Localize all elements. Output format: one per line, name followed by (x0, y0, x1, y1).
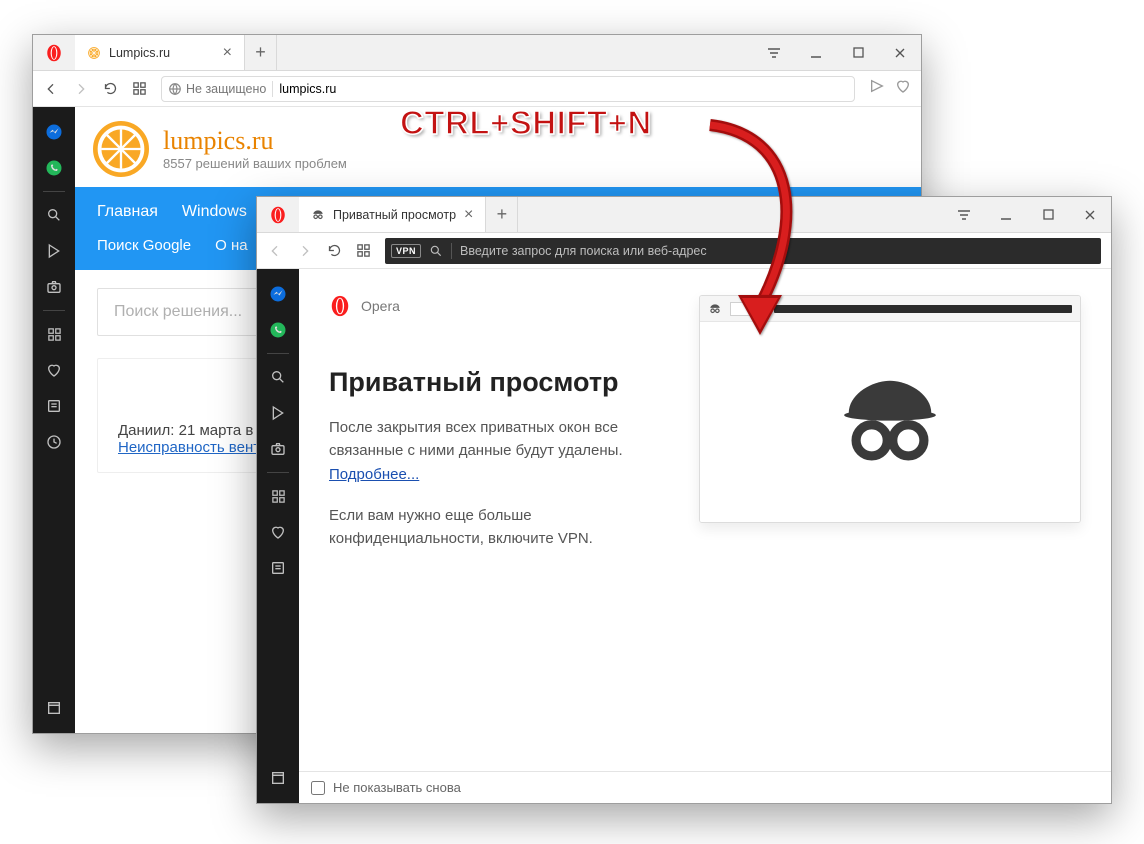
tabstrip: Приватный просмотр × + (257, 197, 1111, 233)
brand-text: Opera (361, 298, 400, 314)
private-body-text-2: Если вам нужно еще больше конфиденциальн… (329, 504, 659, 551)
opera-icon (45, 44, 63, 62)
opera-menu-button[interactable] (257, 197, 299, 232)
site-logo-text: lumpics.ru (163, 127, 347, 156)
globe-icon (168, 82, 182, 96)
sidebar-bookmarks-icon[interactable] (33, 353, 75, 387)
nav-reload-button[interactable] (103, 81, 118, 96)
private-title: Приватный просмотр (329, 367, 659, 398)
nav-back-button[interactable] (267, 243, 283, 259)
url-field[interactable]: Не защищено (161, 76, 855, 102)
sidebar-messenger-icon[interactable] (33, 115, 75, 149)
search-placeholder: Введите запрос для поиска или веб-адрес (460, 244, 707, 258)
window-maximize-button[interactable] (837, 35, 879, 70)
sidebar-news-icon[interactable] (33, 389, 75, 423)
addressbar: Не защищено (33, 71, 921, 107)
sidebar-speed-dial-icon[interactable] (257, 479, 299, 513)
speed-dial-button[interactable] (356, 243, 371, 258)
url-input[interactable] (279, 82, 848, 96)
sidebar-flow-icon[interactable] (257, 396, 299, 430)
private-more-link[interactable]: Подробнее... (329, 466, 419, 483)
sidebar-history-icon[interactable] (33, 425, 75, 459)
search-icon (429, 244, 443, 258)
tab-title: Приватный просмотр (333, 208, 456, 222)
sidebar-messenger-icon[interactable] (257, 277, 299, 311)
sidebar (33, 107, 75, 733)
window-close-button[interactable] (879, 35, 921, 70)
speed-dial-button[interactable] (132, 81, 147, 96)
window-maximize-button[interactable] (1027, 197, 1069, 232)
dont-show-again-checkbox[interactable] (311, 781, 325, 795)
sidebar-snapshot-icon[interactable] (33, 270, 75, 304)
incognito-icon (708, 302, 722, 316)
sidebar-speed-dial-icon[interactable] (33, 317, 75, 351)
sidebar-snapshot-icon[interactable] (257, 432, 299, 466)
window-close-button[interactable] (1069, 197, 1111, 232)
private-footer: Не показывать снова (299, 771, 1111, 803)
easy-setup-button[interactable] (943, 197, 985, 232)
opera-menu-button[interactable] (33, 35, 75, 70)
site-subtitle: 8557 решений ваших проблем (163, 156, 347, 171)
window-front-private: Приватный просмотр × + VPN Введите запро… (256, 196, 1112, 804)
private-search-field[interactable]: VPN Введите запрос для поиска или веб-ад… (385, 238, 1101, 264)
tab-close-button[interactable]: × (223, 45, 232, 61)
lumpics-logo-icon (93, 121, 149, 177)
security-label: Не защищено (186, 82, 266, 96)
tab-title: Lumpics.ru (109, 46, 170, 60)
private-illustration (699, 295, 1081, 523)
sidebar-search-icon[interactable] (33, 198, 75, 232)
opera-logo-icon (329, 295, 351, 317)
nav-back-button[interactable] (43, 81, 59, 97)
annotation-shortcut-text: CTRL+SHIFT+N (400, 104, 652, 142)
incognito-icon (311, 208, 325, 222)
sidebar-news-icon[interactable] (257, 551, 299, 585)
new-tab-button[interactable]: + (486, 197, 518, 232)
page-private: Opera Приватный просмотр После закрытия … (299, 269, 1111, 803)
incognito-large-icon (835, 367, 945, 477)
dont-show-again-label: Не показывать снова (333, 780, 461, 795)
sidebar-settings-icon[interactable] (33, 691, 75, 725)
vpn-badge[interactable]: VPN (391, 244, 421, 258)
tab-close-button[interactable]: × (464, 207, 473, 223)
sidebar-settings-icon[interactable] (257, 761, 299, 795)
favicon-lumpics-icon (87, 46, 101, 60)
opera-icon (269, 206, 287, 224)
tab-private[interactable]: Приватный просмотр × (299, 197, 486, 232)
nav-forward-button[interactable] (73, 81, 89, 97)
sidebar-whatsapp-icon[interactable] (33, 151, 75, 185)
tab-lumpics[interactable]: Lumpics.ru × (75, 35, 245, 70)
sidebar-flow-icon[interactable] (33, 234, 75, 268)
nav-item[interactable]: Поиск Google (97, 237, 191, 254)
nav-reload-button[interactable] (327, 243, 342, 258)
addressbar: VPN Введите запрос для поиска или веб-ад… (257, 233, 1111, 269)
private-body-text-1: После закрытия всех приватных окон все с… (329, 419, 623, 459)
tabstrip: Lumpics.ru × + (33, 35, 921, 71)
bookmark-heart-button[interactable] (895, 78, 911, 99)
nav-forward-button[interactable] (297, 243, 313, 259)
new-tab-button[interactable]: + (245, 35, 277, 70)
easy-setup-button[interactable] (753, 35, 795, 70)
sidebar-search-icon[interactable] (257, 360, 299, 394)
nav-item[interactable]: Главная (97, 203, 158, 221)
sidebar-bookmarks-icon[interactable] (257, 515, 299, 549)
window-minimize-button[interactable] (795, 35, 837, 70)
nav-item[interactable]: Windows (182, 203, 247, 221)
window-minimize-button[interactable] (985, 197, 1027, 232)
instant-search-button[interactable] (869, 78, 885, 99)
nav-item[interactable]: О на (215, 237, 247, 254)
sidebar-whatsapp-icon[interactable] (257, 313, 299, 347)
sidebar (257, 269, 299, 803)
